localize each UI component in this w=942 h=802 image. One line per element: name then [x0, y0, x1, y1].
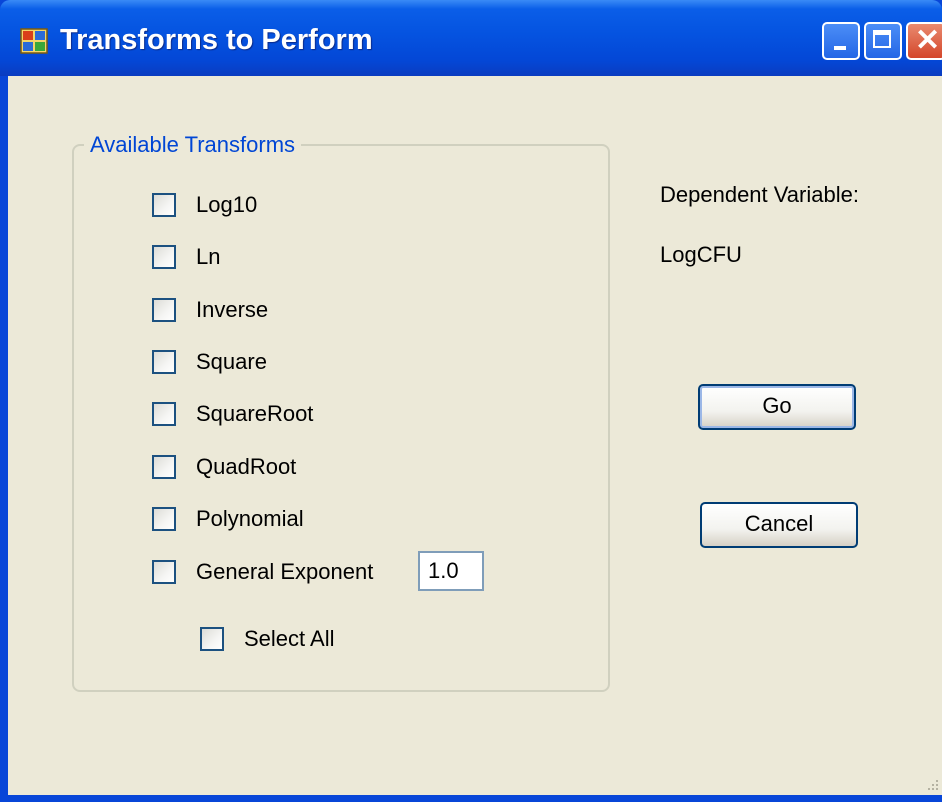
close-button[interactable]: ✕	[906, 22, 942, 60]
checkbox-box[interactable]	[200, 627, 224, 651]
checkbox-general-exponent[interactable]: General Exponent	[152, 559, 373, 585]
checkbox-box[interactable]	[152, 455, 176, 479]
dependent-variable-value: LogCFU	[660, 242, 742, 267]
checkbox-select-all[interactable]: Select All	[200, 626, 335, 652]
checkbox-box[interactable]	[152, 245, 176, 269]
checkbox-inverse[interactable]: Inverse	[152, 297, 268, 323]
checkbox-log10[interactable]: Log10	[152, 192, 257, 218]
checkbox-label: QuadRoot	[196, 454, 297, 479]
window-bottom-border	[0, 795, 942, 802]
group-legend: Available Transforms	[84, 132, 302, 158]
checkbox-label: General Exponent	[196, 559, 374, 584]
checkbox-label: Polynomial	[196, 506, 304, 531]
app-icon	[20, 28, 48, 54]
checkbox-squareroot[interactable]: SquareRoot	[152, 401, 313, 427]
go-button[interactable]: Go	[698, 384, 856, 430]
checkbox-box[interactable]	[152, 402, 176, 426]
checkbox-box[interactable]	[152, 507, 176, 531]
dialog-window: Transforms to Perform ✕ Available Transf…	[0, 0, 942, 802]
checkbox-label: SquareRoot	[196, 401, 314, 426]
checkbox-square[interactable]: Square	[152, 349, 267, 375]
minimize-button[interactable]	[822, 22, 860, 60]
checkbox-label: Square	[196, 349, 267, 374]
checkbox-box[interactable]	[152, 560, 176, 584]
checkbox-box[interactable]	[152, 350, 176, 374]
cancel-button[interactable]: Cancel	[700, 502, 858, 548]
close-icon: ✕	[915, 24, 941, 57]
checkbox-polynomial[interactable]: Polynomial	[152, 506, 304, 532]
minimize-icon	[834, 46, 846, 50]
checkbox-quadroot[interactable]: QuadRoot	[152, 454, 296, 480]
checkbox-box[interactable]	[152, 298, 176, 322]
maximize-button[interactable]	[864, 22, 902, 60]
checkbox-label: Log10	[196, 192, 258, 217]
checkbox-label: Inverse	[196, 297, 269, 322]
maximize-icon	[873, 30, 891, 48]
checkbox-label: Select All	[244, 626, 335, 651]
window-title: Transforms to Perform	[60, 24, 373, 56]
title-bar[interactable]: Transforms to Perform ✕	[0, 0, 942, 76]
checkbox-label: Ln	[196, 244, 221, 269]
checkbox-box[interactable]	[152, 193, 176, 217]
checkbox-ln[interactable]: Ln	[152, 244, 220, 270]
resize-grip-icon[interactable]	[926, 778, 940, 792]
dependent-variable-label: Dependent Variable:	[660, 182, 859, 207]
exponent-input[interactable]	[418, 551, 484, 591]
